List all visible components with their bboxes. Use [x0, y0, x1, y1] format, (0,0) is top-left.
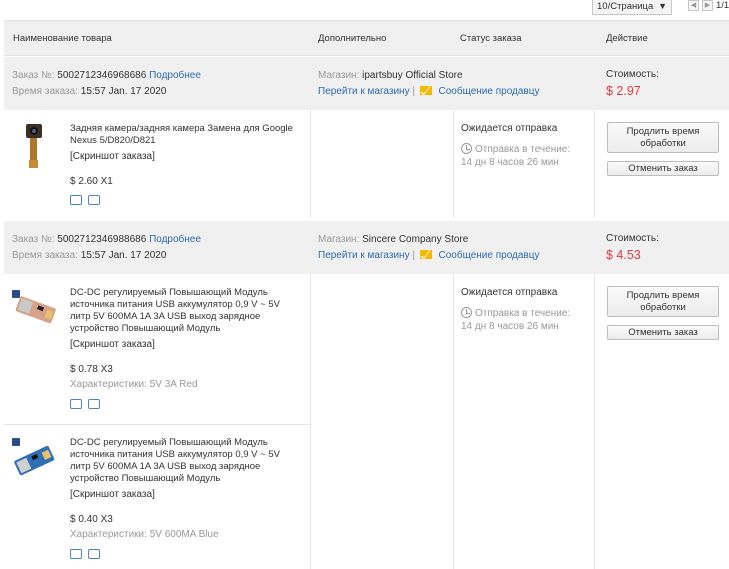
- clock-icon: [461, 143, 472, 154]
- store-label: Магазин:: [318, 234, 360, 245]
- item-price-qty: $ 2.60 X1: [70, 176, 113, 187]
- order-number: 5002712346968686: [57, 70, 147, 81]
- item-specs: Характеристики: 5V 3A Red: [70, 379, 198, 390]
- snapshot-icon[interactable]: [88, 549, 100, 559]
- order-number-label: Заказ №:: [12, 70, 55, 81]
- link-separator: |: [412, 86, 415, 97]
- clock-icon: [461, 307, 472, 318]
- item-action-icons: [70, 399, 106, 410]
- order-time: 15:57 Jan. 17 2020: [80, 86, 167, 97]
- order-snapshot-link[interactable]: [Скриншот заказа]: [70, 489, 155, 500]
- ship-within-label: Отправка в течение:: [475, 308, 571, 319]
- item-divider: [4, 424, 311, 425]
- ship-within-label: Отправка в течение:: [475, 144, 571, 155]
- prev-page-button[interactable]: ◀: [688, 0, 699, 11]
- cancel-order-button[interactable]: Отменить заказ: [607, 325, 719, 340]
- order-status: Ожидается отправка: [461, 287, 558, 298]
- cancel-order-button[interactable]: Отменить заказ: [607, 161, 719, 176]
- store-name: Sincere Company Store: [362, 234, 469, 245]
- envelope-icon: [419, 250, 432, 259]
- per-page-select[interactable]: 10/Страница ▼: [592, 0, 672, 15]
- shipping-icon[interactable]: [70, 399, 82, 409]
- shipping-icon[interactable]: [70, 195, 82, 205]
- table-header: Наименование товара Дополнительно Статус…: [4, 20, 729, 56]
- item-price-qty: $ 0.78 X3: [70, 364, 113, 375]
- product-thumbnail[interactable]: [12, 438, 55, 478]
- item-specs: Характеристики: 5V 600MA Blue: [70, 529, 219, 540]
- product-thumbnail[interactable]: [12, 290, 56, 330]
- product-thumbnail[interactable]: [20, 122, 60, 168]
- order-time-label: Время заказа:: [12, 86, 78, 97]
- caret-down-icon: ▼: [658, 1, 667, 11]
- order-details-link[interactable]: Подробнее: [149, 234, 201, 245]
- go-to-store-link[interactable]: Перейти к магазину: [318, 86, 410, 97]
- extend-processing-button[interactable]: Продлить время обработки: [607, 122, 719, 153]
- order-number: 5002712346988686: [57, 234, 147, 245]
- order-time: 15:57 Jan. 17 2020: [80, 250, 167, 261]
- next-page-button[interactable]: ▶: [702, 0, 713, 11]
- message-seller-link[interactable]: Сообщение продавцу: [439, 250, 540, 261]
- column-product: Наименование товара: [13, 33, 112, 44]
- item-price-qty: $ 0.40 X3: [70, 514, 113, 525]
- chevron-right-icon: ▶: [704, 2, 711, 9]
- store-name: ipartsbuy Official Store: [362, 70, 463, 81]
- order-header: Заказ №: 5002712346968686 Подробнее Врем…: [4, 57, 729, 110]
- product-title-link[interactable]: DC-DC регулируемый Повышающий Модуль ист…: [70, 437, 295, 485]
- chevron-left-icon: ◀: [690, 2, 697, 9]
- shipping-icon[interactable]: [70, 549, 82, 559]
- cost-label: Стоимость:: [606, 69, 659, 80]
- order-status: Ожидается отправка: [461, 123, 558, 134]
- per-page-value: 10/Страница: [597, 1, 654, 12]
- order-snapshot-link[interactable]: [Скриншот заказа]: [70, 151, 155, 162]
- go-to-store-link[interactable]: Перейти к магазину: [318, 250, 410, 261]
- ship-time-remaining: 14 дн 8 часов 26 мин: [461, 321, 559, 332]
- column-status: Статус заказа: [460, 33, 522, 44]
- cost-label: Стоимость:: [606, 233, 659, 244]
- order-header: Заказ №: 5002712346988686 Подробнее Врем…: [4, 221, 729, 274]
- order-time-label: Время заказа:: [12, 250, 78, 261]
- item-action-icons: [70, 195, 106, 206]
- column-additional: Дополнительно: [318, 33, 387, 44]
- store-label: Магазин:: [318, 70, 360, 81]
- additional-cell: [311, 110, 454, 218]
- product-title-link[interactable]: DC-DC регулируемый Повышающий Модуль ист…: [70, 287, 295, 335]
- additional-cell: [311, 274, 454, 569]
- envelope-icon: [419, 86, 432, 95]
- message-seller-link[interactable]: Сообщение продавцу: [439, 86, 540, 97]
- link-separator: |: [412, 250, 415, 261]
- order-details-link[interactable]: Подробнее: [149, 70, 201, 81]
- pagination-bar: 10/Страница ▼ ◀ ▶ 1/1: [0, 0, 729, 16]
- snapshot-icon[interactable]: [88, 399, 100, 409]
- extend-processing-button[interactable]: Продлить время обработки: [607, 286, 719, 317]
- page-indicator: 1/1: [716, 0, 729, 11]
- column-action: Действие: [606, 33, 648, 44]
- snapshot-icon[interactable]: [88, 195, 100, 205]
- product-title-link[interactable]: Задняя камера/задняя камера Замена для G…: [70, 123, 295, 147]
- item-action-icons: [70, 549, 106, 560]
- order-number-label: Заказ №:: [12, 234, 55, 245]
- ship-time-remaining: 14 дн 8 часов 26 мин: [461, 157, 559, 168]
- order-total: $ 4.53: [606, 248, 641, 262]
- order-total: $ 2.97: [606, 84, 641, 98]
- order-snapshot-link[interactable]: [Скриншот заказа]: [70, 339, 155, 350]
